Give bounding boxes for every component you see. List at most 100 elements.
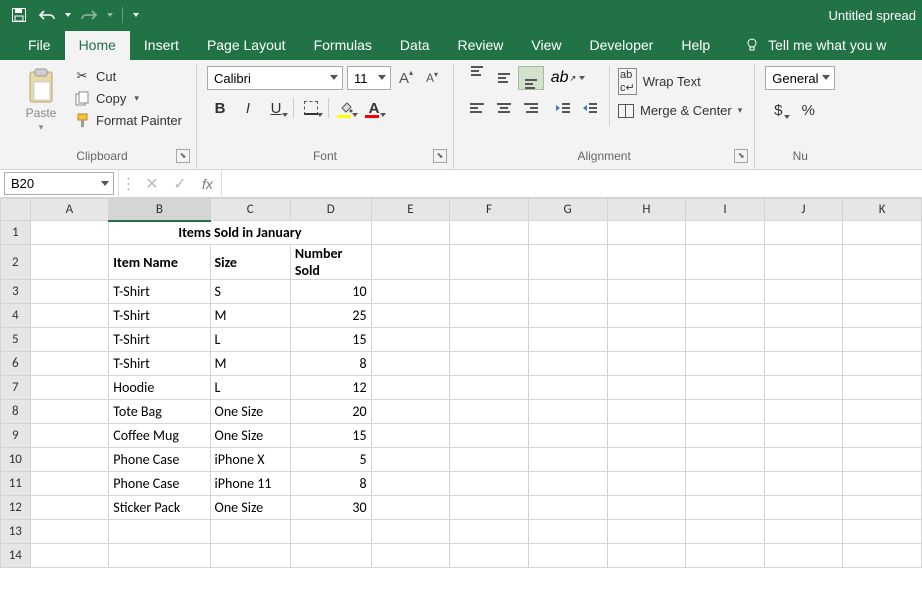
- cell[interactable]: [371, 328, 450, 352]
- accounting-format-button[interactable]: $: [765, 98, 791, 122]
- cell[interactable]: 8: [290, 472, 371, 496]
- cell[interactable]: [686, 304, 764, 328]
- cell[interactable]: [764, 352, 843, 376]
- cell[interactable]: [607, 496, 686, 520]
- cell[interactable]: 12: [290, 376, 371, 400]
- cell[interactable]: [607, 376, 686, 400]
- cell[interactable]: [371, 245, 450, 280]
- cell[interactable]: [450, 400, 529, 424]
- fill-color-button[interactable]: [333, 96, 359, 120]
- row-header[interactable]: 3: [1, 280, 31, 304]
- cell[interactable]: [764, 328, 843, 352]
- cell[interactable]: [371, 424, 450, 448]
- cell[interactable]: [607, 544, 686, 568]
- cell[interactable]: T-Shirt: [109, 304, 210, 328]
- cell[interactable]: [450, 448, 529, 472]
- cell[interactable]: [764, 304, 843, 328]
- increase-font-button[interactable]: A▴: [395, 67, 417, 89]
- cell[interactable]: [764, 280, 843, 304]
- cell[interactable]: [607, 280, 686, 304]
- align-center-button[interactable]: [491, 96, 517, 120]
- cell[interactable]: [843, 352, 922, 376]
- cell[interactable]: T-Shirt: [109, 328, 210, 352]
- cell[interactable]: [528, 472, 607, 496]
- cell[interactable]: [764, 424, 843, 448]
- cell[interactable]: [764, 245, 843, 280]
- cell[interactable]: [686, 352, 764, 376]
- cell[interactable]: [843, 245, 922, 280]
- cell[interactable]: [528, 376, 607, 400]
- cell[interactable]: [764, 472, 843, 496]
- font-size-select[interactable]: 11: [347, 66, 391, 90]
- cell[interactable]: [843, 448, 922, 472]
- cell[interactable]: 15: [290, 424, 371, 448]
- cell[interactable]: [450, 280, 529, 304]
- cell[interactable]: 5: [290, 448, 371, 472]
- enter-formula-button[interactable]: ✓: [166, 170, 194, 197]
- cell[interactable]: [764, 520, 843, 544]
- cell[interactable]: [450, 376, 529, 400]
- column-header[interactable]: E: [371, 199, 450, 221]
- cell[interactable]: [607, 304, 686, 328]
- cell[interactable]: [450, 496, 529, 520]
- tab-home[interactable]: Home: [65, 31, 130, 60]
- cell[interactable]: Coffee Mug: [109, 424, 210, 448]
- cell[interactable]: [607, 520, 686, 544]
- cell[interactable]: T-Shirt: [109, 280, 210, 304]
- cell[interactable]: [109, 544, 210, 568]
- cell[interactable]: [371, 400, 450, 424]
- align-left-button[interactable]: [464, 96, 490, 120]
- row-header[interactable]: 10: [1, 448, 31, 472]
- title-cell[interactable]: Items Sold in January: [109, 221, 371, 245]
- decrease-indent-button[interactable]: [550, 96, 576, 120]
- cell[interactable]: [528, 245, 607, 280]
- cell[interactable]: [109, 520, 210, 544]
- redo-button[interactable]: [76, 3, 102, 27]
- copy-button[interactable]: Copy ▾: [70, 88, 186, 108]
- cell[interactable]: [371, 520, 450, 544]
- cell[interactable]: [843, 304, 922, 328]
- cell[interactable]: [843, 544, 922, 568]
- cell[interactable]: 15: [290, 328, 371, 352]
- cell[interactable]: [30, 221, 109, 245]
- cell[interactable]: [764, 221, 843, 245]
- cell[interactable]: [686, 328, 764, 352]
- cell[interactable]: L: [210, 328, 290, 352]
- cell[interactable]: [843, 472, 922, 496]
- underline-button[interactable]: U: [263, 96, 289, 120]
- cell[interactable]: [686, 496, 764, 520]
- increase-indent-button[interactable]: [577, 96, 603, 120]
- cell[interactable]: L: [210, 376, 290, 400]
- row-header[interactable]: 12: [1, 496, 31, 520]
- tab-formulas[interactable]: Formulas: [300, 31, 386, 60]
- row-header[interactable]: 14: [1, 544, 31, 568]
- qat-customize[interactable]: [129, 3, 143, 27]
- cell[interactable]: [528, 424, 607, 448]
- cell[interactable]: [686, 221, 764, 245]
- align-middle-button[interactable]: [491, 66, 517, 90]
- select-all-corner[interactable]: [1, 199, 31, 221]
- cell[interactable]: [764, 544, 843, 568]
- tab-review[interactable]: Review: [444, 31, 518, 60]
- align-right-button[interactable]: [518, 96, 544, 120]
- cell[interactable]: [371, 304, 450, 328]
- cell[interactable]: [607, 424, 686, 448]
- row-header[interactable]: 6: [1, 352, 31, 376]
- cell[interactable]: [764, 376, 843, 400]
- cell[interactable]: [843, 424, 922, 448]
- cell[interactable]: [450, 424, 529, 448]
- font-color-button[interactable]: A: [361, 96, 387, 120]
- cell[interactable]: [607, 400, 686, 424]
- cell[interactable]: [764, 400, 843, 424]
- dialog-launcher-icon[interactable]: ⬊: [176, 149, 190, 163]
- cell[interactable]: [843, 221, 922, 245]
- cell[interactable]: [30, 245, 109, 280]
- row-header[interactable]: 9: [1, 424, 31, 448]
- cell[interactable]: [843, 496, 922, 520]
- cell[interactable]: [290, 520, 371, 544]
- dialog-launcher-icon[interactable]: ⬊: [734, 149, 748, 163]
- undo-dropdown[interactable]: [62, 3, 74, 27]
- cell[interactable]: [843, 280, 922, 304]
- row-header[interactable]: 2: [1, 245, 31, 280]
- orientation-button[interactable]: ab↗: [550, 66, 586, 90]
